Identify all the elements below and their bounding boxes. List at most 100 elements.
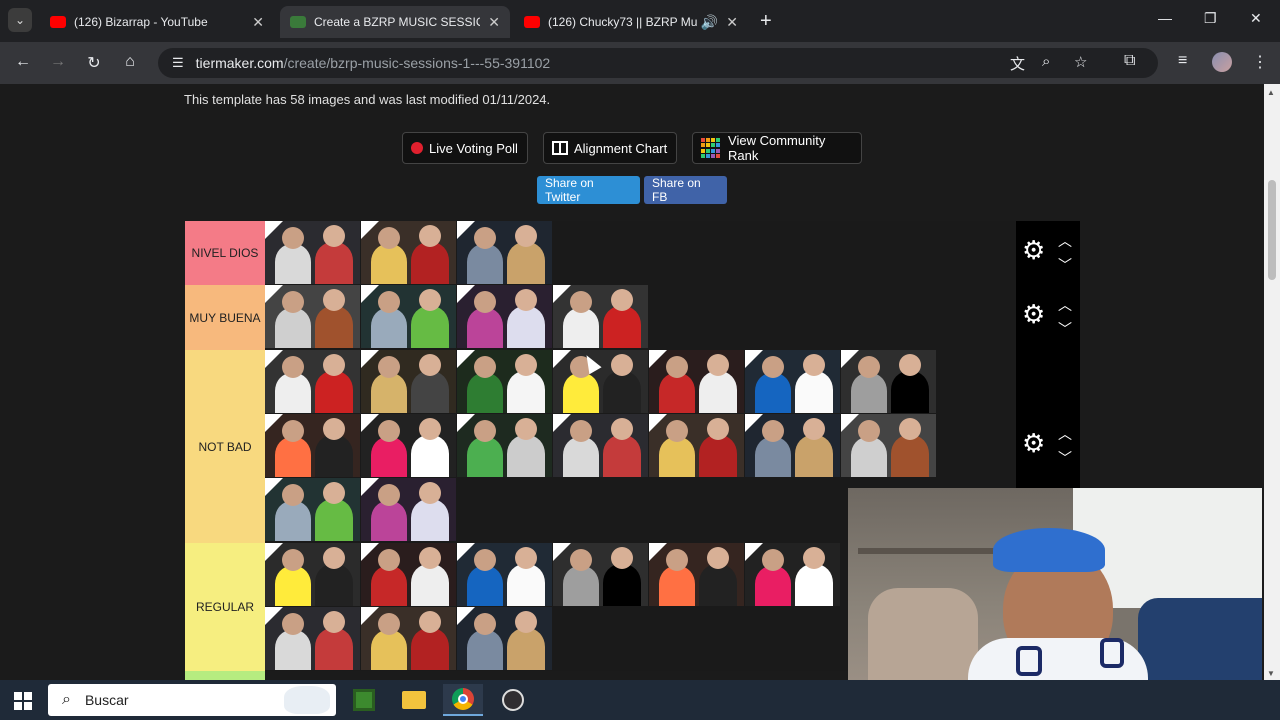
file-explorer-icon[interactable] bbox=[394, 684, 434, 716]
minimize-button[interactable]: — bbox=[1158, 10, 1172, 26]
tab-search-button[interactable]: ⌄ bbox=[8, 8, 32, 32]
tier-item-image[interactable] bbox=[361, 285, 456, 348]
home-icon[interactable]: ⌂ bbox=[119, 53, 141, 71]
page-scrollbar[interactable]: ▲ ▼ bbox=[1264, 84, 1280, 680]
restore-button[interactable]: ❐ bbox=[1204, 10, 1217, 27]
tier-item-image[interactable] bbox=[649, 350, 744, 413]
search-icon: ⌕ bbox=[62, 691, 71, 708]
close-window-button[interactable]: ✕ bbox=[1250, 10, 1262, 27]
chevron-down-icon[interactable]: ﹀ bbox=[1058, 448, 1072, 468]
close-icon[interactable]: ✕ bbox=[252, 14, 264, 31]
chevron-up-icon[interactable]: ︿ bbox=[1058, 424, 1072, 444]
windows-start-icon[interactable] bbox=[14, 692, 32, 710]
scroll-down-icon[interactable]: ▼ bbox=[1267, 669, 1275, 678]
tier-item-image[interactable] bbox=[265, 285, 360, 348]
obs-icon[interactable] bbox=[493, 684, 533, 716]
tier-item-image[interactable] bbox=[361, 414, 456, 477]
person-silhouette bbox=[795, 564, 833, 606]
person-head bbox=[515, 289, 537, 311]
close-icon[interactable]: ✕ bbox=[488, 14, 500, 31]
chevron-down-icon[interactable]: ﹀ bbox=[1058, 255, 1072, 275]
live-voting-poll-button[interactable]: Live Voting Poll bbox=[402, 132, 528, 164]
tier-items[interactable] bbox=[265, 285, 1016, 350]
tier-item-image[interactable] bbox=[553, 543, 648, 606]
gear-icon[interactable]: ⚙ bbox=[1022, 235, 1045, 266]
tier-item-image[interactable] bbox=[457, 414, 552, 477]
chevron-up-icon[interactable]: ︿ bbox=[1058, 295, 1072, 315]
forward-icon[interactable]: → bbox=[47, 53, 69, 71]
tier-item-image[interactable] bbox=[361, 350, 456, 413]
speaker-icon[interactable]: 🔊 bbox=[701, 14, 718, 31]
tier-item-image[interactable] bbox=[457, 221, 552, 284]
translate-icon[interactable]: 文 bbox=[1010, 53, 1025, 74]
tier-label[interactable]: NIVEL DIOS bbox=[185, 221, 265, 285]
person-silhouette bbox=[603, 306, 641, 348]
gear-icon[interactable]: ⚙ bbox=[1022, 299, 1045, 330]
scrollbar-thumb[interactable] bbox=[1268, 180, 1276, 280]
tier-item-image[interactable] bbox=[553, 350, 648, 413]
tier-item-image[interactable] bbox=[841, 350, 936, 413]
share-fb-button[interactable]: Share on FB bbox=[644, 176, 727, 204]
person-silhouette bbox=[603, 564, 641, 606]
chrome-icon[interactable] bbox=[443, 684, 483, 716]
tier-item-image[interactable] bbox=[265, 478, 360, 541]
tier-label[interactable]: NOT BAD bbox=[185, 350, 265, 543]
person-head bbox=[419, 611, 441, 633]
reload-icon[interactable]: ↻ bbox=[83, 53, 105, 73]
tier-item-image[interactable] bbox=[553, 285, 648, 348]
tier-item-image[interactable] bbox=[745, 350, 840, 413]
close-icon[interactable]: ✕ bbox=[726, 14, 738, 31]
taskbar-search[interactable]: ⌕ Buscar bbox=[48, 684, 336, 716]
chevron-down-icon[interactable]: ﹀ bbox=[1058, 319, 1072, 339]
tier-item-image[interactable] bbox=[265, 607, 360, 670]
media-control-icon[interactable]: ≡ bbox=[1178, 52, 1187, 70]
minecraft-icon[interactable] bbox=[344, 684, 384, 716]
tier-item-image[interactable] bbox=[649, 543, 744, 606]
tier-item-image[interactable] bbox=[361, 221, 456, 284]
chevron-up-icon[interactable]: ︿ bbox=[1058, 231, 1072, 251]
tier-item-image[interactable] bbox=[553, 414, 648, 477]
tier-item-image[interactable] bbox=[265, 350, 360, 413]
person-head bbox=[282, 613, 304, 635]
tier-item-image[interactable] bbox=[745, 543, 840, 606]
view-community-rank-button[interactable]: View Community Rank bbox=[692, 132, 862, 164]
menu-dots-icon[interactable]: ⋮ bbox=[1252, 52, 1268, 72]
tab-youtube-chucky[interactable]: (126) Chucky73 || BZRP Mus 🔊 ✕ bbox=[514, 6, 748, 38]
site-info-icon[interactable]: ☰ bbox=[172, 55, 184, 71]
person-silhouette bbox=[467, 437, 503, 477]
tier-item-image[interactable] bbox=[361, 607, 456, 670]
tier-item-image[interactable] bbox=[457, 285, 552, 348]
tier-item-image[interactable] bbox=[265, 543, 360, 606]
person-head bbox=[419, 418, 441, 440]
tab-title: (126) Bizarrap - YouTube bbox=[74, 15, 208, 29]
tier-item-image[interactable] bbox=[265, 221, 360, 284]
tier-item-image[interactable] bbox=[649, 414, 744, 477]
tier-item-image[interactable] bbox=[745, 414, 840, 477]
tab-youtube-bizarrap[interactable]: (126) Bizarrap - YouTube ✕ bbox=[40, 6, 274, 38]
tier-item-image[interactable] bbox=[457, 543, 552, 606]
gear-icon[interactable]: ⚙ bbox=[1022, 428, 1045, 459]
profile-avatar[interactable] bbox=[1212, 52, 1232, 72]
person-head bbox=[515, 354, 537, 376]
zoom-icon[interactable]: ⌕ bbox=[1042, 53, 1050, 70]
tier-item-image[interactable] bbox=[457, 350, 552, 413]
alignment-chart-button[interactable]: Alignment Chart bbox=[543, 132, 677, 164]
grid-icon bbox=[552, 141, 568, 155]
tier-item-image[interactable] bbox=[265, 414, 360, 477]
address-bar[interactable]: ☰ tiermaker.com /create/bzrp-music-sessi… bbox=[158, 48, 1158, 78]
share-twitter-button[interactable]: Share on Twitter bbox=[537, 176, 640, 204]
tier-label[interactable]: MUY BUENA bbox=[185, 285, 265, 350]
tier-item-image[interactable] bbox=[361, 543, 456, 606]
new-tab-button[interactable]: + bbox=[760, 10, 772, 33]
tier-item-image[interactable] bbox=[457, 607, 552, 670]
tier-item-image[interactable] bbox=[841, 414, 936, 477]
extensions-icon[interactable]: ⧉ bbox=[1124, 52, 1135, 70]
bookmark-star-icon[interactable]: ☆ bbox=[1074, 53, 1087, 71]
tier-items[interactable] bbox=[265, 221, 1016, 285]
back-icon[interactable]: ← bbox=[12, 53, 34, 71]
scroll-up-icon[interactable]: ▲ bbox=[1267, 88, 1275, 97]
tier-item-image[interactable] bbox=[361, 478, 456, 541]
person-head bbox=[474, 420, 496, 442]
tab-tiermaker[interactable]: Create a BZRP MUSIC SESSION ✕ bbox=[280, 6, 510, 38]
tier-label[interactable]: REGULAR bbox=[185, 543, 265, 671]
